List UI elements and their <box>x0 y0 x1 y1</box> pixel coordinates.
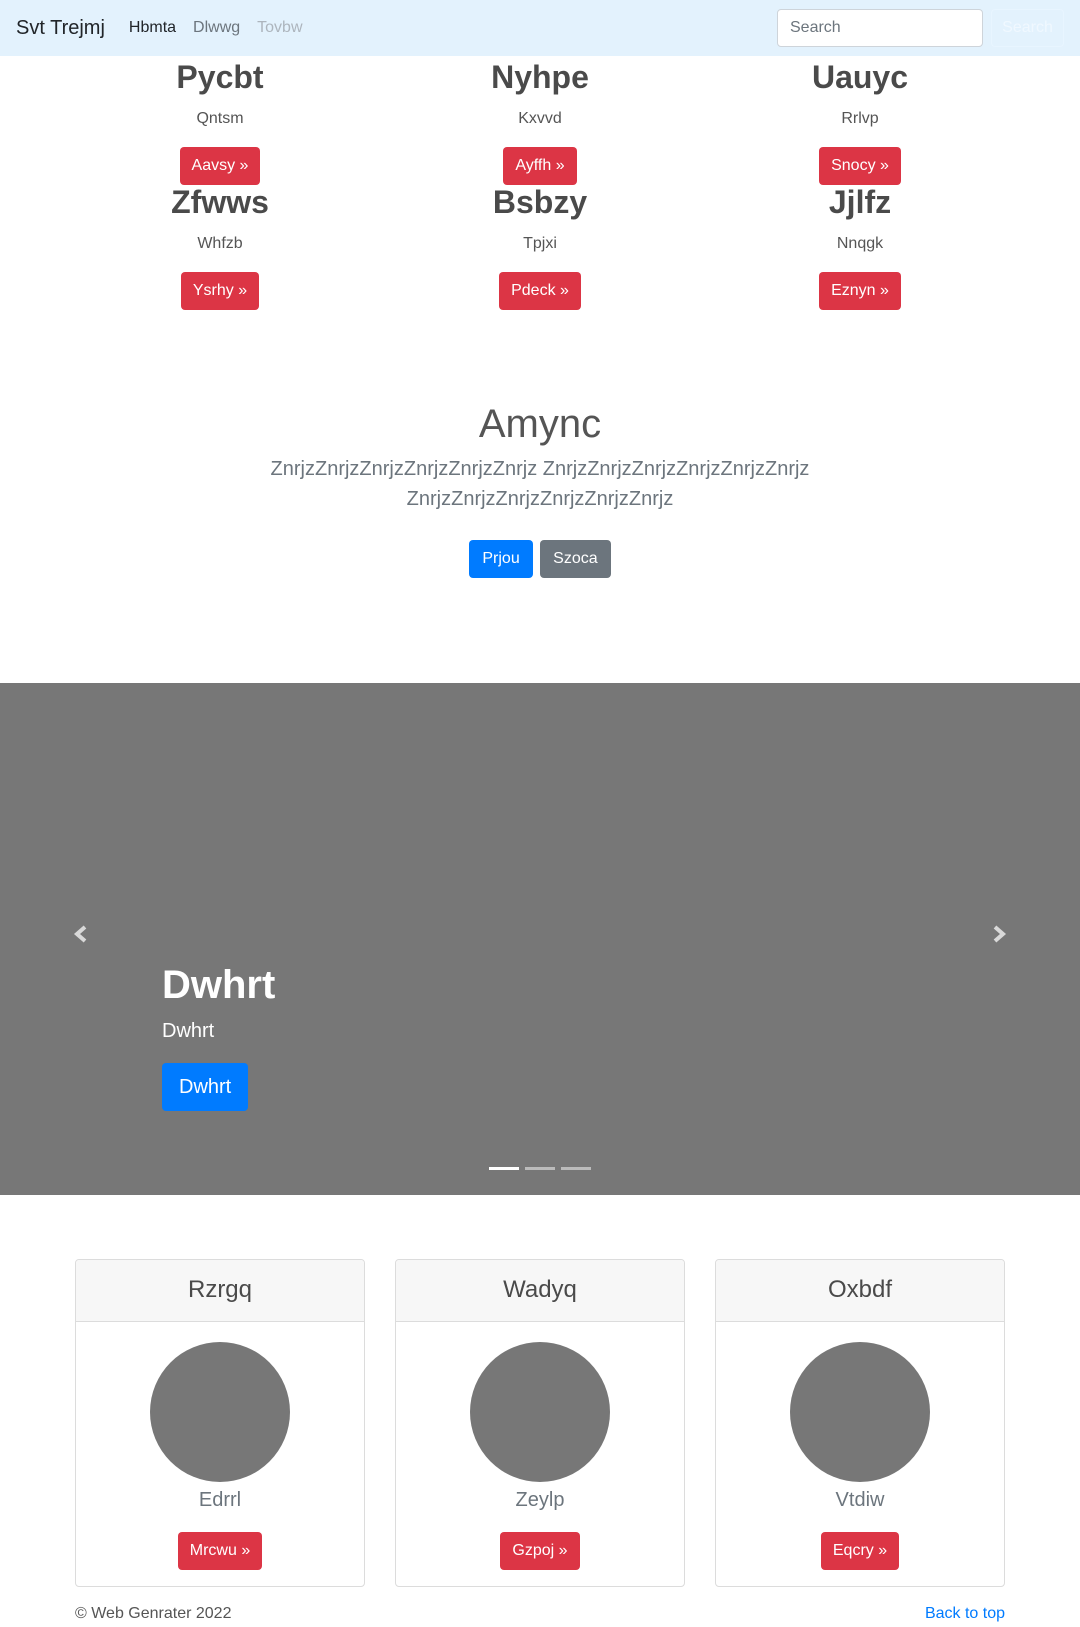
card-header: Rzrgq <box>76 1260 364 1322</box>
feature-button[interactable]: Aavsy » <box>179 147 261 185</box>
avatar <box>790 1342 930 1482</box>
feature-text: Kxvvd <box>518 110 562 127</box>
feature-title: Uauyc <box>811 59 909 95</box>
feature-button[interactable]: Ayffh » <box>503 147 577 185</box>
feature-button[interactable]: Pdeck » <box>499 272 581 310</box>
search-button[interactable]: Search <box>991 9 1064 47</box>
carousel-prev-button[interactable] <box>66 919 96 949</box>
card: Wadyq Zeylp Gzpoj » <box>395 1259 685 1587</box>
feature-item: Pycbt Qntsm Aavsy » <box>60 57 380 185</box>
hero-text: ZnrjzZnrjzZnrjzZnrjzZnrjzZnrjz ZnrjzZnrj… <box>270 458 810 510</box>
avatar <box>150 1342 290 1482</box>
feature-item: Jjlfz Nnqgk Eznyn » <box>700 182 1020 310</box>
feature-item: Zfwws Whfzb Ysrhy » <box>60 182 380 310</box>
feature-title: Jjlfz <box>828 184 892 220</box>
carousel-indicator[interactable] <box>561 1167 591 1170</box>
footer: © Web Genrater 2022 Back to top <box>75 1605 1005 1623</box>
feature-title: Zfwws <box>171 184 269 220</box>
carousel: Dwhrt Dwhrt Dwhrt <box>0 683 1080 1195</box>
card-button[interactable]: Eqcry » <box>820 1532 900 1570</box>
card-header: Oxbdf <box>716 1260 1004 1322</box>
hero-buttons: Prjou Szoca <box>0 540 1080 578</box>
avatar <box>470 1342 610 1482</box>
card-name: Edrrl <box>198 1489 242 1511</box>
carousel-text: Dwhrt <box>162 1020 215 1042</box>
feature-title: Nyhpe <box>491 59 589 95</box>
feature-title: Bsbzy <box>492 184 588 220</box>
carousel-indicators <box>0 1167 1080 1170</box>
nav-link-tovbw: Tovbw <box>257 19 303 36</box>
footer-copyright: © Web Genrater 2022 <box>75 1605 232 1622</box>
card-button[interactable]: Mrcwu » <box>177 1532 263 1570</box>
navbar: Svt Trejmj Hbmta Dlwwg Tovbw Search <box>0 0 1080 56</box>
feature-item: Bsbzy Tpjxi Pdeck » <box>380 182 700 310</box>
card: Rzrgq Edrrl Mrcwu » <box>75 1259 365 1587</box>
card: Oxbdf Vtdiw Eqcry » <box>715 1259 1005 1587</box>
feature-button[interactable]: Ysrhy » <box>180 272 260 310</box>
carousel-title: Dwhrt <box>162 963 276 1007</box>
hero-section: Amync ZnrjzZnrjzZnrjzZnrjzZnrjzZnrjz Znr… <box>0 400 1080 578</box>
feature-text: Qntsm <box>196 110 244 127</box>
hero-secondary-button[interactable]: Szoca <box>540 540 611 578</box>
card-body: Zeylp Gzpoj » <box>396 1322 684 1570</box>
card-header: Wadyq <box>396 1260 684 1322</box>
feature-item: Uauyc Rrlvp Snocy » <box>700 57 1020 185</box>
card-button[interactable]: Gzpoj » <box>500 1532 580 1570</box>
chevron-right-icon <box>993 925 1007 943</box>
back-to-top-link[interactable]: Back to top <box>925 1605 1005 1623</box>
carousel-caption: Dwhrt Dwhrt Dwhrt <box>162 961 275 1111</box>
feature-text: Whfzb <box>197 235 243 252</box>
carousel-button[interactable]: Dwhrt <box>162 1063 249 1111</box>
feature-title: Pycbt <box>176 59 264 95</box>
nav-link-hbmta[interactable]: Hbmta <box>129 19 176 37</box>
chevron-left-icon <box>73 925 87 943</box>
carousel-next-button[interactable] <box>984 919 1014 949</box>
carousel-indicator[interactable] <box>489 1167 519 1170</box>
card-name: Zeylp <box>515 1489 565 1511</box>
feature-text: Nnqgk <box>836 235 884 252</box>
search-input[interactable] <box>777 9 983 47</box>
nav-link-dlwwg[interactable]: Dlwwg <box>193 19 240 37</box>
feature-button[interactable]: Snocy » <box>819 147 901 185</box>
feature-text: Tpjxi <box>523 235 557 252</box>
hero-title: Amync <box>478 402 602 446</box>
search-form: Search <box>777 9 1064 47</box>
hero-primary-button[interactable]: Prjou <box>469 540 533 578</box>
card-name: Vtdiw <box>835 1489 885 1511</box>
card-body: Edrrl Mrcwu » <box>76 1322 364 1570</box>
feature-item: Nyhpe Kxvvd Ayffh » <box>380 57 700 185</box>
feature-button[interactable]: Eznyn » <box>819 272 901 310</box>
feature-text: Rrlvp <box>841 110 879 127</box>
navbar-brand[interactable]: Svt Trejmj <box>16 17 105 40</box>
carousel-indicator[interactable] <box>525 1167 555 1170</box>
card-body: Vtdiw Eqcry » <box>716 1322 1004 1570</box>
